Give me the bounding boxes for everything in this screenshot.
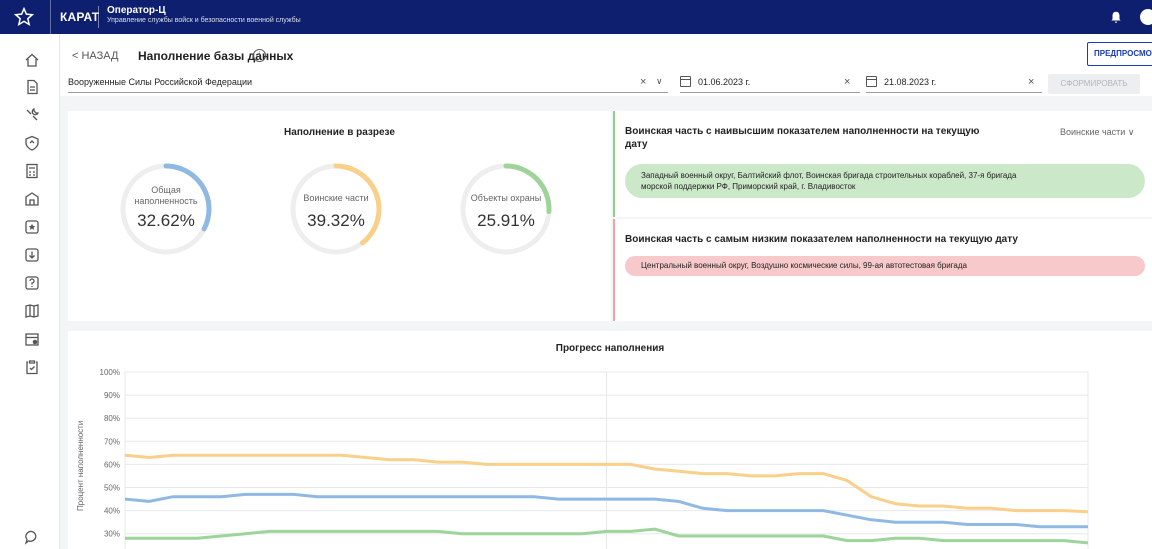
topbar-divider-2 xyxy=(98,6,99,28)
star-icon[interactable] xyxy=(14,7,34,27)
top-unit-pill: Западный военный округ, Балтийский флот,… xyxy=(625,164,1145,198)
gauge-total-label: Общая xyxy=(151,185,181,195)
gauge-objects-label: Объекты охраны xyxy=(470,193,542,203)
download-icon[interactable] xyxy=(24,247,40,263)
progress-chart-card: Прогресс наполнения Процент наполненност… xyxy=(68,331,1152,549)
calendar-icon[interactable] xyxy=(24,331,40,347)
shield-icon[interactable] xyxy=(24,135,40,151)
gauge-objects: Объекты охраны 25.91% xyxy=(458,161,554,257)
topbar-divider xyxy=(50,0,51,34)
top-unit-text-2: морской поддержки РФ, Приморский край, г… xyxy=(641,182,856,191)
top-unit-title-2: дату xyxy=(625,139,648,150)
top-unit-card: Воинская часть с наивысшим показателем н… xyxy=(613,111,1152,217)
chart-y-tick-label: 40% xyxy=(104,507,120,516)
date-from-underline xyxy=(680,92,860,93)
user-avatar[interactable] xyxy=(1140,9,1152,25)
progress-chart: 100%90%80%70%60%50%40%30%20% xyxy=(100,368,1089,549)
gauge-objects-ring xyxy=(460,163,552,255)
chart-y-tick-label: 100% xyxy=(100,368,120,377)
date-from-input[interactable]: 01.06.2023 г. xyxy=(698,77,750,87)
unit-type-dropdown[interactable]: Воинские части ∨ xyxy=(1060,127,1134,138)
gauge-objects-value: 25.91% xyxy=(477,211,535,230)
slice-card: Наполнение в разрезе Общая наполненность… xyxy=(68,111,611,321)
chart-y-tick-label: 60% xyxy=(104,460,120,469)
back-link[interactable]: < НАЗАД xyxy=(72,50,118,62)
wrench-icon[interactable] xyxy=(24,107,40,123)
calendar-from-icon[interactable] xyxy=(680,76,691,87)
operator-name: Оператор-Ц xyxy=(107,5,166,16)
gauge-total: Общая наполненность 32.62% xyxy=(118,161,214,257)
gauge-total-ring xyxy=(120,163,212,255)
chart-y-tick-label: 90% xyxy=(104,391,120,400)
book-icon[interactable] xyxy=(24,303,40,319)
top-unit-text: Западный военный округ, Балтийский флот,… xyxy=(641,171,1017,180)
slice-title: Наполнение в разрезе xyxy=(284,127,395,138)
gauge-units-label: Воинские части xyxy=(303,193,369,203)
preview-button[interactable]: ПРЕДПРОСМОТР xyxy=(1087,42,1152,66)
sidebar xyxy=(0,34,60,549)
top-bar: КАРАТ Оператор-Ц Управление службы войск… xyxy=(0,0,1152,34)
gauge-total-value: 32.62% xyxy=(137,211,195,230)
date-to-input[interactable]: 21.08.2023 г. xyxy=(884,77,936,87)
gauge-units-value: 39.32% xyxy=(307,211,365,230)
clear-date-to-icon[interactable]: × xyxy=(1028,76,1034,88)
clear-date-from-icon[interactable]: × xyxy=(844,76,850,88)
organization-select[interactable]: Вооруженные Силы Российской Федерации xyxy=(68,77,252,87)
brand-logo[interactable]: КАРАТ xyxy=(60,10,99,24)
gauge-units: Воинские части 39.32% xyxy=(288,161,384,257)
help-icon[interactable] xyxy=(24,275,40,291)
low-unit-title: Воинская часть с самым низким показателе… xyxy=(625,234,1018,245)
organization-underline xyxy=(68,92,668,93)
clipboard-icon[interactable] xyxy=(24,359,40,375)
main-content: < НАЗАД Наполнение базы данных i ПРЕДПРО… xyxy=(60,34,1152,549)
chart-y-tick-label: 70% xyxy=(104,437,120,446)
star-badge-icon[interactable] xyxy=(24,219,40,235)
chevron-down-icon[interactable]: ∨ xyxy=(656,76,663,87)
calculator-icon[interactable] xyxy=(24,163,40,179)
top-unit-title: Воинская часть с наивысшим показателем н… xyxy=(625,126,980,137)
low-unit-card: Воинская часть с самым низким показателе… xyxy=(613,219,1152,321)
chat-icon[interactable] xyxy=(24,529,40,545)
info-icon[interactable]: i xyxy=(253,49,266,62)
gauge-total-label-2: наполненность xyxy=(134,196,198,206)
chart-y-tick-label: 50% xyxy=(104,484,120,493)
filters-bar: Вооруженные Силы Российской Федерации × … xyxy=(60,72,1152,96)
chart-y-tick-label: 80% xyxy=(104,414,120,423)
chart-y-tick-label: 30% xyxy=(104,530,120,539)
bell-icon[interactable] xyxy=(1109,10,1123,24)
page-title: Наполнение базы данных xyxy=(138,49,294,63)
generate-button[interactable]: СФОРМИРОВАТЬ xyxy=(1048,74,1140,94)
building-icon[interactable] xyxy=(24,191,40,207)
clear-organization-icon[interactable]: × xyxy=(640,76,646,88)
low-unit-pill: Центральный военный округ, Воздушно косм… xyxy=(625,256,1145,276)
date-to-underline xyxy=(866,92,1042,93)
document-icon[interactable] xyxy=(24,79,40,95)
home-icon[interactable] xyxy=(24,52,40,68)
gauge-units-ring xyxy=(290,163,382,255)
operator-subtitle: Управление службы войск и безопасности в… xyxy=(107,17,301,24)
calendar-to-icon[interactable] xyxy=(866,76,877,87)
